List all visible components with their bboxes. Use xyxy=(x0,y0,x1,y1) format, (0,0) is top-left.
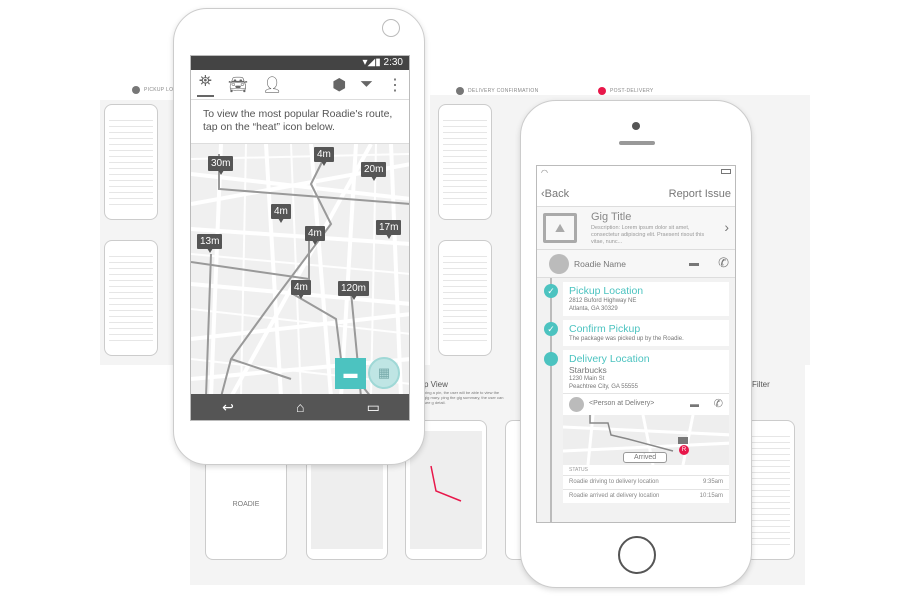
map-pin[interactable]: 4m xyxy=(271,204,291,223)
clock: 2:30 xyxy=(383,57,403,68)
home-button[interactable] xyxy=(618,536,656,574)
map-pin xyxy=(678,437,688,444)
step-card: Confirm Pickup The package was picked up … xyxy=(563,320,729,346)
screen-thumbnail xyxy=(104,104,158,220)
map-pin[interactable]: 30m xyxy=(208,156,234,175)
screen-thumbnail xyxy=(438,240,492,356)
map-pin[interactable]: 120m xyxy=(338,281,370,300)
map-pin[interactable]: 20m xyxy=(361,162,387,181)
chat-icon[interactable]: ▬ xyxy=(335,358,366,389)
message-icon[interactable]: ▬ xyxy=(689,258,699,269)
add-package-icon[interactable]: ⬢ xyxy=(332,75,346,95)
report-issue-button[interactable]: Report Issue xyxy=(669,188,731,200)
screen-thumbnail xyxy=(438,104,492,220)
message-icon[interactable]: ▬ xyxy=(690,399,699,409)
note-title: p View xyxy=(424,380,448,389)
heat-map-toggle-icon[interactable]: ▦ xyxy=(368,357,400,389)
back-icon[interactable]: ↩ xyxy=(222,399,234,416)
map-pin[interactable]: 4m xyxy=(314,147,334,166)
map-pin[interactable]: 17m xyxy=(376,220,402,239)
arrived-badge: Arrived xyxy=(623,452,668,463)
screen-thumbnail xyxy=(745,420,795,560)
chevron-right-icon[interactable]: › xyxy=(724,219,729,235)
person-row: <Person at Delivery> ▬ ✆ xyxy=(563,393,729,415)
heat-map[interactable]: 30m 4m 20m 4m 4m 13m 17m 4m 120m ▬ ▦ xyxy=(191,144,409,397)
note-title: Filter xyxy=(752,380,770,389)
note-text: ping a pin, the user will be able to vie… xyxy=(424,390,504,405)
phone-icon[interactable]: ✆ xyxy=(718,255,729,271)
timeline: ✓ Pickup Location 2812 Buford Highway NE A… xyxy=(537,278,735,522)
status-row: Roadie driving to delivery location 9:35a… xyxy=(563,475,729,489)
roadie-name: Roadie Name xyxy=(574,259,626,269)
roadie-marker-icon: R xyxy=(679,445,689,455)
status-row: Roadie arrived at delivery location 10:15… xyxy=(563,489,729,503)
status-label: STATUS xyxy=(569,467,588,473)
current-step-icon xyxy=(544,352,558,366)
car-icon[interactable]: 🚘︎ xyxy=(228,75,248,95)
filter-icon[interactable]: ⏷ xyxy=(360,76,373,94)
check-icon: ✓ xyxy=(544,284,558,298)
roadie-row: Roadie Name ▬ ✆ xyxy=(537,250,735,278)
step-card: Pickup Location 2812 Buford Highway NE Atl… xyxy=(563,282,729,316)
section-label: POST-DELIVERY xyxy=(598,87,654,95)
battery-icon xyxy=(721,169,731,174)
recents-icon[interactable]: ▭ xyxy=(367,399,380,416)
info-text: To view the most popular Roadie's route,… xyxy=(191,100,409,144)
camera xyxy=(382,19,400,37)
image-icon: ⛰ xyxy=(543,213,577,243)
delivery-map[interactable]: R Arrived xyxy=(563,415,729,465)
section-label: DELIVERY CONFIRMATION xyxy=(456,87,538,95)
map-pin-icon[interactable]: ⛯ xyxy=(197,73,214,97)
status-bar: ▾◢▮ 2:30 xyxy=(191,56,409,70)
iphone-screen: ◠ ‹Back Report Issue ⛰ Gig Title Descrip… xyxy=(536,165,736,523)
avatar xyxy=(549,254,569,274)
more-vert-icon[interactable]: ⋮ xyxy=(387,75,403,95)
back-button[interactable]: ‹Back xyxy=(541,188,569,200)
map-pin[interactable]: 4m xyxy=(305,226,325,245)
map-pin[interactable]: 4m xyxy=(291,280,311,299)
toolbar: ⛯ 🚘︎ 👤︎ ⬢ ⏷ ⋮ xyxy=(191,70,409,100)
screen-thumbnail xyxy=(104,240,158,356)
android-screen: ▾◢▮ 2:30 ⛯ 🚘︎ 👤︎ ⬢ ⏷ ⋮ To view the most … xyxy=(190,55,410,421)
phone-icon[interactable]: ✆ xyxy=(714,397,723,410)
map-pin[interactable]: 13m xyxy=(197,234,223,253)
step-card: Delivery Location Starbucks 1230 Main St… xyxy=(563,350,729,503)
gig-summary[interactable]: ⛰ Gig Title Description: Lorem ipsum dol… xyxy=(537,206,735,250)
gig-description: Description: Lorem ipsum dolor sit amet,… xyxy=(591,225,705,245)
avatar xyxy=(569,397,584,412)
home-icon[interactable]: ⌂ xyxy=(296,399,304,415)
camera xyxy=(632,122,640,130)
android-nav-bar: ↩ ⌂ ▭ xyxy=(191,394,409,420)
speaker xyxy=(619,141,655,145)
section-label: PICKUP LOC xyxy=(132,86,177,94)
gig-title: Gig Title xyxy=(591,211,632,223)
person-icon[interactable]: 👤︎ xyxy=(262,75,282,95)
person-name: <Person at Delivery> xyxy=(589,400,655,407)
nav-header: ◠ ‹Back Report Issue xyxy=(537,166,735,206)
check-icon: ✓ xyxy=(544,322,558,336)
wifi-icon: ◠ xyxy=(541,168,548,177)
